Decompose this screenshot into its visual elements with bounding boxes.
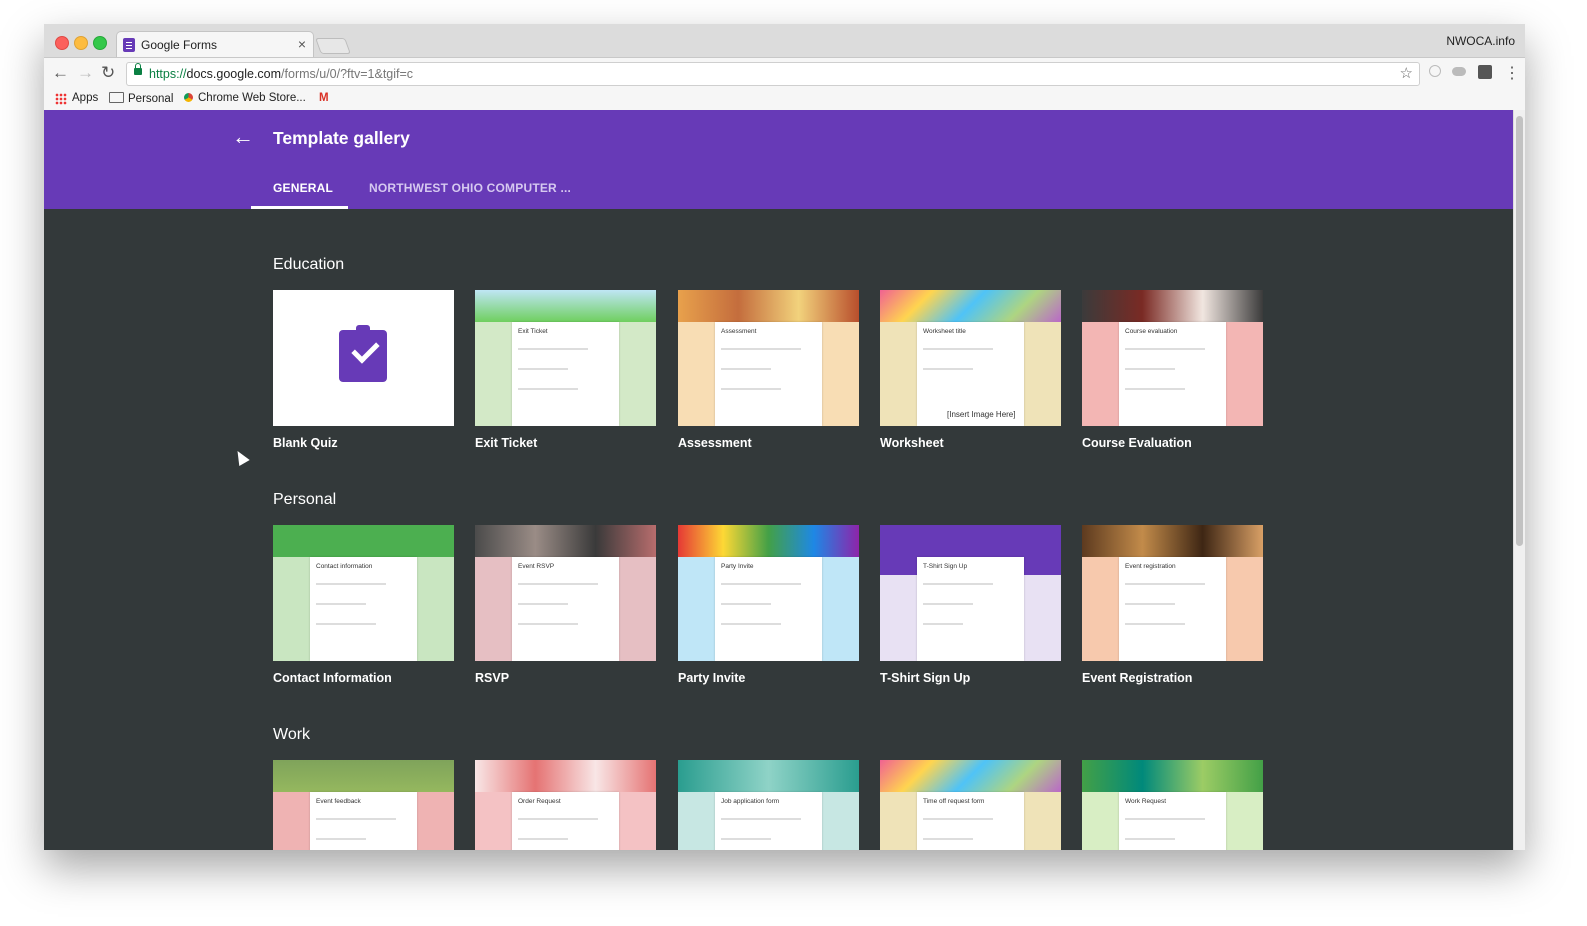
cloud-icon[interactable] [1452,67,1466,76]
chrome-menu-icon[interactable]: ⋮ [1504,63,1520,83]
template-card-time-off-request[interactable]: Time off request form [880,760,1061,850]
header-image [880,760,1061,792]
app-header: ← Template gallery GENERAL NORTHWEST OHI… [44,110,1513,209]
gmail-icon[interactable]: M [319,92,329,104]
form-preview: Exit Ticket [512,322,619,426]
header-image [475,525,656,557]
tab-title: Google Forms [141,38,218,52]
mouse-cursor-icon [232,447,250,467]
page-title: Template gallery [273,128,410,148]
template-label: Contact Information [273,671,392,685]
form-preview: Job application form [715,792,822,850]
window-maximize-button[interactable] [93,36,107,50]
section-title-work: Work [273,726,311,743]
template-gallery-page: ← Template gallery GENERAL NORTHWEST OHI… [44,110,1513,850]
template-label: Worksheet [880,436,944,450]
header-image [1082,290,1263,322]
scrollbar-thumb[interactable] [1516,116,1523,546]
template-card-event-feedback[interactable]: Event feedback [273,760,454,850]
tab-northwest-ohio-computer[interactable]: NORTHWEST OHIO COMPUTER ... [369,181,571,195]
template-card-exit-ticket[interactable]: Exit Ticket [475,290,656,426]
form-preview: Event registration [1119,557,1226,661]
template-label: Exit Ticket [475,436,538,450]
chrome-web-store-icon [184,93,193,102]
header-image [1082,525,1263,557]
form-preview: Course evaluation [1119,322,1226,426]
form-preview: Time off request form [917,792,1024,850]
template-label: RSVP [475,671,510,685]
header-image [1082,760,1263,792]
tab-general[interactable]: GENERAL [273,181,333,195]
form-preview: T-Shirt Sign Up [917,557,1024,661]
lock-icon [134,63,142,75]
template-label: Assessment [678,436,752,450]
template-label: Party Invite [678,671,746,685]
form-preview: Party Invite [715,557,822,661]
address-bar[interactable]: https://docs.google.com/forms/u/0/?ftv=1… [126,62,1420,86]
reload-icon[interactable]: ↻ [101,63,115,83]
folder-icon [109,92,124,103]
bookmark-personal[interactable]: Personal [109,92,173,105]
header-image [273,760,454,792]
browser-tab[interactable]: Google Forms × [116,31,314,58]
url-text: https://docs.google.com/forms/u/0/?ftv=1… [149,67,414,81]
template-card-worksheet[interactable]: Worksheet title [Insert Image Here] [880,290,1061,426]
bookmark-apps[interactable]: Apps [72,92,98,104]
forward-icon[interactable]: → [77,63,94,83]
header-image [678,525,859,557]
bookmark-chrome-web-store[interactable]: Chrome Web Store... [184,92,306,104]
template-card-event-registration[interactable]: Event registration [1082,525,1263,661]
profile-name[interactable]: NWOCA.info [1446,34,1515,48]
form-preview: Assessment [715,322,822,426]
template-label: Event Registration [1082,671,1193,685]
browser-toolbar: ← → ↻ https://docs.google.com/forms/u/0/… [44,57,1525,90]
template-card-rsvp[interactable]: Event RSVP [475,525,656,661]
tab-strip: Google Forms × NWOCA.info [44,24,1525,58]
header-image [880,290,1061,322]
apps-grid-icon [55,93,67,105]
template-card-assessment[interactable]: Assessment [678,290,859,426]
form-preview: Worksheet title [Insert Image Here] [917,322,1024,426]
new-tab-button[interactable] [315,38,351,54]
section-title-education: Education [273,256,345,273]
browser-window: Google Forms × NWOCA.info ← → ↻ https://… [44,24,1525,850]
form-preview: Event RSVP [512,557,619,661]
header-image [475,760,656,792]
google-forms-icon [123,38,135,52]
template-card-tshirt-sign-up[interactable]: T-Shirt Sign Up [880,525,1061,661]
template-card-course-evaluation[interactable]: Course evaluation [1082,290,1263,426]
template-label: Course Evaluation [1082,436,1192,450]
section-title-personal: Personal [273,491,337,508]
template-card-work-request[interactable]: Work Request [1082,760,1263,850]
template-card-party-invite[interactable]: Party Invite [678,525,859,661]
header-image [475,290,656,322]
tab-close-icon[interactable]: × [298,36,306,52]
template-card-order-request[interactable]: Order Request [475,760,656,850]
extension-clock-icon[interactable] [1429,65,1441,77]
template-card-contact-information[interactable]: Contact information [273,525,454,661]
back-arrow-icon[interactable]: ← [232,124,254,150]
back-icon[interactable]: ← [52,63,69,83]
template-label: T-Shirt Sign Up [880,671,971,685]
page-scrollbar[interactable] [1513,110,1525,850]
window-minimize-button[interactable] [74,36,88,50]
bookmark-star-icon[interactable]: ☆ [1400,64,1413,82]
form-preview: Event feedback [310,792,417,850]
template-card-blank-quiz[interactable] [273,290,454,426]
form-preview: Work Request [1119,792,1226,850]
extension-icon[interactable] [1478,65,1492,79]
active-tab-indicator [251,206,348,209]
header-image [273,525,454,557]
quiz-clipboard-icon [339,325,387,382]
form-preview: Order Request [512,792,619,850]
template-card-job-application[interactable]: Job application form [678,760,859,850]
bookmarks-bar: Apps Personal Chrome Web Store... M [44,89,1525,111]
window-close-button[interactable] [55,36,69,50]
header-image [678,290,859,322]
header-image [678,760,859,792]
form-preview: Contact information [310,557,417,661]
template-label: Blank Quiz [273,436,338,450]
